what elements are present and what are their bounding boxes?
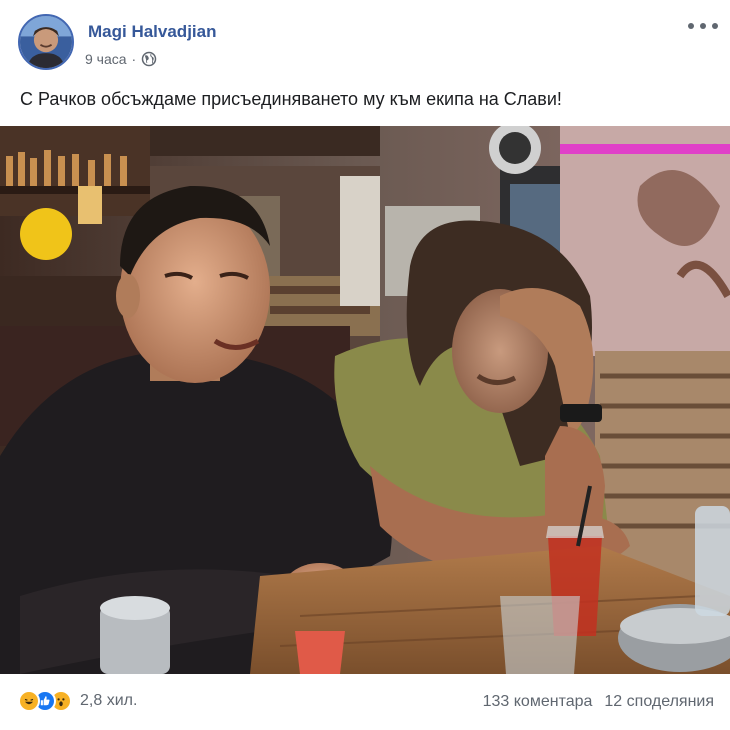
post-photo[interactable]	[0, 126, 730, 674]
meta-separator: ·	[131, 51, 137, 67]
post-text: С Рачков обсъждаме присъединяването му к…	[20, 89, 562, 109]
post-stats: 133 коментара 12 споделяния	[483, 693, 714, 711]
author-name[interactable]: Magi Halvadjian	[88, 22, 216, 42]
post-meta: 9 часа ·	[85, 51, 157, 67]
reactions-summary[interactable]: 2,8 хил.	[18, 690, 137, 712]
post-time[interactable]: 9 часа	[85, 51, 127, 67]
comments-count[interactable]: 133 коментара	[483, 693, 593, 711]
post-footer: 2,8 хил. 133 коментара 12 споделяния	[0, 676, 730, 730]
ellipsis-icon[interactable]	[688, 14, 718, 38]
reaction-count[interactable]: 2,8 хил.	[80, 692, 137, 710]
shares-count[interactable]: 12 споделяния	[604, 693, 714, 711]
post-header: Magi Halvadjian 9 часа ·	[18, 14, 718, 78]
globe-icon[interactable]	[141, 51, 157, 67]
facebook-post: Magi Halvadjian 9 часа · С Рачков обсъжд…	[0, 0, 730, 730]
haha-icon	[18, 690, 40, 712]
avatar[interactable]	[18, 14, 74, 70]
